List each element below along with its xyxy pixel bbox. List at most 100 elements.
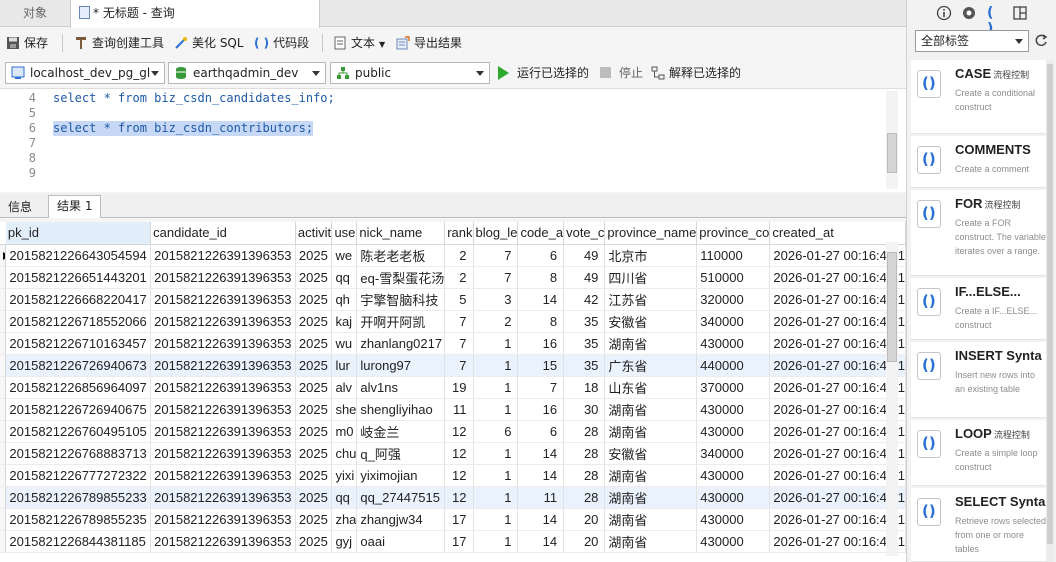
table-cell[interactable]: 11 [444, 398, 474, 421]
table-cell[interactable]: 7 [444, 310, 474, 333]
table-cell[interactable]: 12 [444, 420, 474, 443]
table-cell[interactable]: 四川省 [604, 266, 698, 289]
table-cell[interactable]: 1 [473, 508, 519, 531]
table-cell[interactable]: 2015821226760495105 [5, 420, 152, 443]
table-cell[interactable]: 开啊开阿凯 [356, 310, 446, 333]
table-cell[interactable]: 江苏省 [604, 288, 698, 311]
row-marker[interactable] [0, 310, 7, 333]
table-cell[interactable]: she [331, 398, 358, 421]
table-cell[interactable]: 5 [444, 288, 474, 311]
table-cell[interactable]: zhanlang0217 [356, 332, 446, 355]
table-cell[interactable]: 2 [473, 310, 519, 333]
table-cell[interactable]: 2015821226726940675 [5, 398, 152, 421]
table-cell[interactable]: 7 [517, 376, 565, 399]
snippet-select[interactable]: () SELECT Synta Retrieve rows selected f… [911, 488, 1051, 562]
database-select[interactable]: earthqadmin_dev [168, 62, 326, 84]
row-marker[interactable] [0, 420, 7, 443]
table-row[interactable]: 2015821226718552066 2015821226391396353 20… [0, 310, 906, 333]
table-cell[interactable]: 1 [473, 398, 519, 421]
table-cell[interactable]: 2015821226789855235 [5, 508, 152, 531]
column-header[interactable]: nick_name [356, 222, 446, 245]
scrollbar-thumb[interactable] [887, 252, 897, 362]
table-cell[interactable]: 1 [473, 464, 519, 487]
stop-button[interactable]: 停止 [600, 63, 643, 83]
table-cell[interactable]: shengliyihao [356, 398, 446, 421]
sql-editor[interactable]: 4 select * from biz_csdn_candidates_info;… [0, 88, 906, 192]
table-cell[interactable]: wu [331, 332, 358, 355]
beautify-sql-button[interactable]: 美化 SQL [174, 33, 244, 53]
table-cell[interactable]: 8 [517, 310, 565, 333]
table-cell[interactable]: 2025 [295, 288, 333, 311]
table-cell[interactable]: we [331, 244, 358, 267]
table-row[interactable]: 2015821226856964097 2015821226391396353 20… [0, 376, 906, 399]
table-cell[interactable]: 7 [473, 244, 519, 267]
table-cell[interactable]: 7 [444, 332, 474, 355]
table-cell[interactable]: 12 [444, 486, 474, 509]
table-cell[interactable]: 340000 [696, 310, 771, 333]
table-cell[interactable]: 北京市 [604, 244, 698, 267]
table-cell[interactable]: 2025 [295, 398, 333, 421]
table-cell[interactable]: 湖南省 [604, 508, 698, 531]
table-cell[interactable]: 湖南省 [604, 530, 698, 553]
table-cell[interactable]: zha [331, 508, 358, 531]
table-row[interactable]: 2015821226726940673 2015821226391396353 20… [0, 354, 906, 377]
table-row[interactable]: 2015821226760495105 2015821226391396353 20… [0, 420, 906, 443]
table-cell[interactable]: 20 [563, 508, 606, 531]
table-cell[interactable]: 430000 [696, 508, 771, 531]
table-cell[interactable]: 2015821226391396353 [150, 376, 296, 399]
export-result-button[interactable]: 导出结果 [396, 33, 462, 53]
table-row[interactable]: 2015821226643054594 2015821226391396353 20… [0, 244, 906, 267]
table-row[interactable]: 2015821226668220417 2015821226391396353 20… [0, 288, 906, 311]
table-cell[interactable]: 35 [563, 310, 606, 333]
run-selected-button[interactable]: 运行已选择的 [498, 63, 589, 83]
table-cell[interactable]: 2015821226391396353 [150, 332, 296, 355]
table-cell[interactable]: yiximojian [356, 464, 446, 487]
save-button[interactable]: 保存 [6, 33, 48, 53]
column-header[interactable]: activit [295, 222, 333, 245]
table-cell[interactable]: 14 [517, 288, 565, 311]
table-cell[interactable]: 340000 [696, 442, 771, 465]
table-cell[interactable]: 2015821226391396353 [150, 420, 296, 443]
table-cell[interactable]: 湖南省 [604, 464, 698, 487]
table-cell[interactable]: 7 [473, 266, 519, 289]
table-cell[interactable]: eq-雪梨蛋花汤 [356, 266, 446, 289]
table-cell[interactable]: 16 [517, 398, 565, 421]
table-cell[interactable]: 2015821226668220417 [5, 288, 152, 311]
schema-select[interactable]: public [330, 62, 490, 84]
table-cell[interactable]: 6 [517, 244, 565, 267]
column-header[interactable]: use [331, 222, 358, 245]
table-cell[interactable]: alv1ns [356, 376, 446, 399]
column-header[interactable]: pk_id [5, 222, 152, 245]
table-cell[interactable]: 2025 [295, 420, 333, 443]
refresh-icon[interactable] [1034, 33, 1048, 49]
row-marker[interactable] [0, 376, 7, 399]
table-cell[interactable]: 1 [473, 442, 519, 465]
column-header[interactable]: blog_le [473, 222, 519, 245]
editor-scrollbar[interactable] [886, 91, 898, 189]
table-cell[interactable]: 2015821226391396353 [150, 398, 296, 421]
table-cell[interactable]: 440000 [696, 354, 771, 377]
table-cell[interactable]: kaj [331, 310, 358, 333]
table-cell[interactable]: 2015821226391396353 [150, 244, 296, 267]
row-marker[interactable] [0, 354, 7, 377]
table-row[interactable]: 2015821226844381185 2015821226391396353 20… [0, 530, 906, 553]
table-cell[interactable]: lur [331, 354, 358, 377]
table-cell[interactable]: 14 [517, 508, 565, 531]
table-cell[interactable]: 28 [563, 464, 606, 487]
row-marker[interactable] [0, 464, 7, 487]
table-cell[interactable]: 14 [517, 464, 565, 487]
table-cell[interactable]: 12 [444, 464, 474, 487]
column-header[interactable]: vote_c [563, 222, 606, 245]
row-marker[interactable] [0, 244, 7, 267]
table-cell[interactable]: 2025 [295, 530, 333, 553]
table-cell[interactable]: qq_27447515 [356, 486, 446, 509]
table-cell[interactable]: alv [331, 376, 358, 399]
object-icon[interactable] [961, 5, 977, 21]
table-cell[interactable]: 2025 [295, 244, 333, 267]
table-cell[interactable]: 510000 [696, 266, 771, 289]
snippet-for[interactable]: () FOR 流程控制 Create a FOR construct. The v… [911, 190, 1051, 276]
table-cell[interactable]: 2015821226391396353 [150, 464, 296, 487]
table-cell[interactable]: 14 [517, 530, 565, 553]
table-cell[interactable]: 20 [563, 530, 606, 553]
table-cell[interactable]: 1 [473, 332, 519, 355]
